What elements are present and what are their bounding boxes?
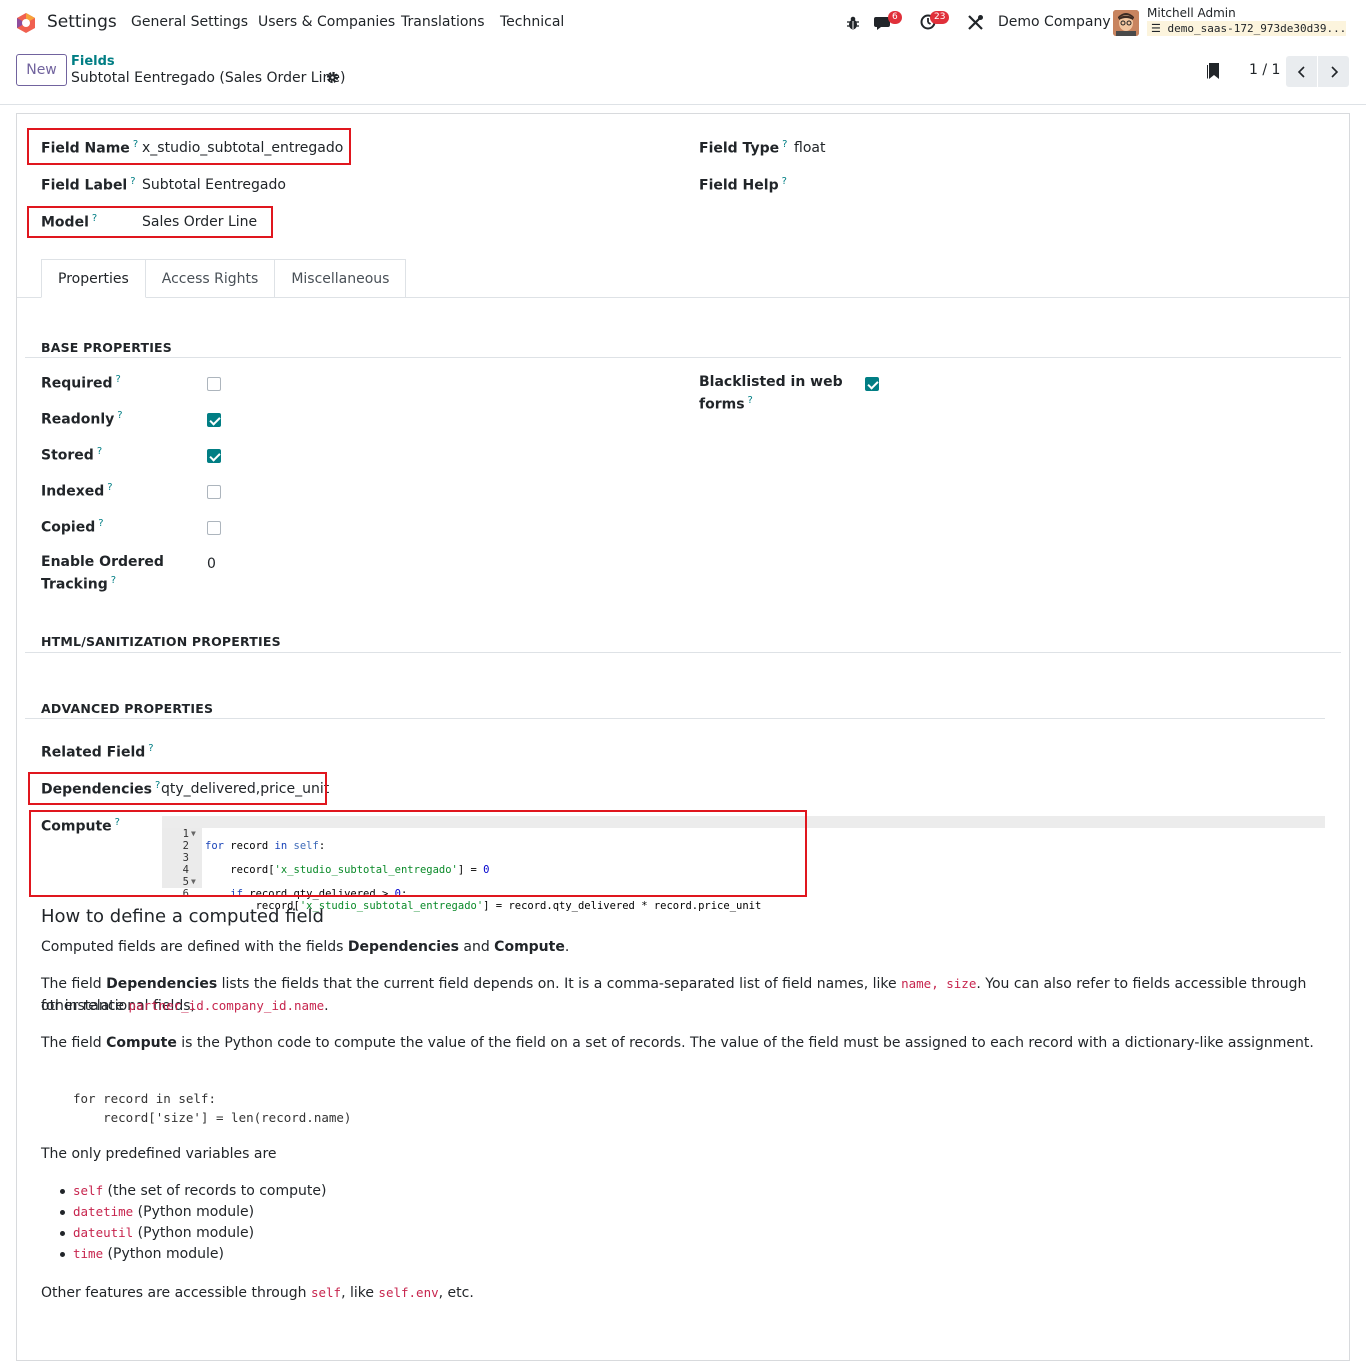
odoo-app-icon[interactable] [15,12,37,34]
blacklist-label-line2: forms? [699,395,753,413]
highlight-dependencies [28,772,327,805]
field-label-label: Field Label? [41,176,136,194]
gear-icon[interactable] [326,71,339,84]
readonly-label: Readonly? [41,410,123,428]
blacklist-label-line1: Blacklisted in web [699,374,843,390]
help-title: How to define a computed field [41,906,324,927]
bullet-icon [60,1210,65,1215]
help-code-line-2: record['size'] = len(record.name) [73,1110,352,1125]
highlight-field-name [27,128,351,165]
help-paragraph-2b: for instance partner_id.company_id.name. [41,998,329,1014]
database-name-text: demo_saas-172_973de30d39... [1167,22,1347,35]
user-name[interactable]: Mitchell Admin [1147,6,1236,20]
menu-general-settings[interactable]: General Settings [131,14,248,30]
database-icon: ☰ [1151,22,1161,35]
field-type-value[interactable]: float [794,140,825,156]
control-panel-divider [0,104,1366,105]
field-label-value[interactable]: Subtotal Eentregado [142,177,286,193]
advanced-properties-title: ADVANCED PROPERTIES [41,701,214,716]
help-paragraph-1: Computed fields are defined with the fie… [41,939,570,955]
field-help-label: Field Help? [699,176,787,194]
notebook-tabs: Properties Access Rights Miscellaneous [41,259,407,298]
breadcrumb-fields[interactable]: Fields [71,54,115,69]
chevron-left-icon [1297,65,1305,78]
indexed-checkbox[interactable] [207,485,221,499]
chat-count-badge: 6 [888,11,902,24]
bullet-icon [60,1252,65,1257]
tab-properties[interactable]: Properties [41,259,146,298]
tab-access-rights[interactable]: Access Rights [145,259,276,298]
advanced-properties-divider [25,718,1325,719]
blacklist-checkbox[interactable] [865,377,879,391]
list-item: self (the set of records to compute) [73,1183,327,1199]
pager-next-button[interactable] [1318,56,1349,87]
bug-icon[interactable] [846,15,860,31]
readonly-checkbox[interactable] [207,413,221,427]
database-name: ☰ demo_saas-172_973de30d39... [1147,21,1346,36]
help-paragraph-4: The only predefined variables are [41,1146,277,1162]
stored-checkbox[interactable] [207,449,221,463]
user-avatar[interactable] [1113,10,1139,36]
indexed-label: Indexed? [41,482,113,500]
base-properties-title: BASE PROPERTIES [41,340,172,355]
required-checkbox[interactable] [207,377,221,391]
field-type-label: Field Type? [699,139,788,157]
menu-technical[interactable]: Technical [500,14,564,30]
bullet-icon [60,1189,65,1194]
tracking-label-line1: Enable Ordered [41,554,164,570]
pager-value[interactable]: 1 / 1 [1249,62,1280,78]
required-label: Required? [41,374,121,392]
avatar-image-icon [1113,10,1139,36]
help-paragraph-5: Other features are accessible through se… [41,1285,474,1301]
new-button[interactable]: New [16,54,67,86]
pager-previous-button[interactable] [1286,56,1317,87]
list-item: datetime (Python module) [73,1204,255,1220]
html-properties-divider [25,652,1341,653]
activity-count-badge: 23 [930,11,950,24]
menu-users-companies[interactable]: Users & Companies [258,14,395,30]
help-code-line-1: for record in self: [73,1091,216,1106]
list-item: time (Python module) [73,1246,224,1262]
copied-label: Copied? [41,518,104,536]
app-name[interactable]: Settings [47,12,117,32]
copied-checkbox[interactable] [207,521,221,535]
highlight-compute [29,810,807,897]
tracking-label-line2: Tracking? [41,575,117,593]
html-properties-title: HTML/SANITIZATION PROPERTIES [41,634,281,649]
bullet-icon [60,1231,65,1236]
highlight-model [27,206,273,238]
bookmark-icon[interactable] [1206,62,1220,80]
top-navbar: Settings General Settings Users & Compan… [0,0,1366,46]
form-sheet [16,113,1350,1361]
help-paragraph-3: The field Compute is the Python code to … [41,1035,1314,1051]
tools-icon[interactable] [967,14,984,31]
chevron-right-icon [1330,65,1338,78]
tracking-value[interactable]: 0 [207,556,216,572]
breadcrumb-current: Subtotal Eentregado (Sales Order Line) [71,70,346,86]
stored-label: Stored? [41,446,103,464]
list-item: dateutil (Python module) [73,1225,255,1241]
company-switcher[interactable]: Demo Company [998,14,1111,30]
base-properties-divider [25,357,1341,358]
related-field-label: Related Field? [41,743,154,761]
menu-translations[interactable]: Translations [401,14,485,30]
tab-miscellaneous[interactable]: Miscellaneous [275,259,407,298]
